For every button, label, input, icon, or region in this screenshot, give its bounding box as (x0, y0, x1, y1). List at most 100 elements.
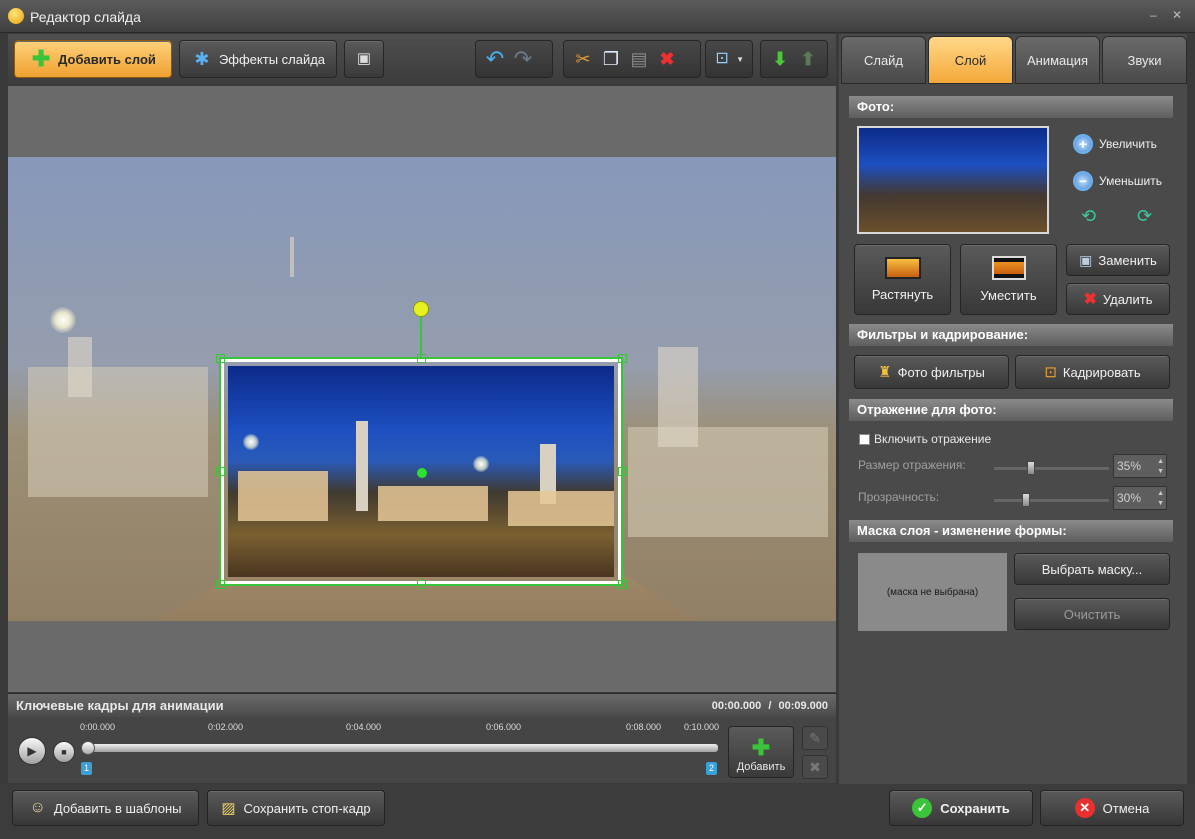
add-layer-button[interactable]: ✚ Добавить слой (14, 40, 172, 78)
video-camera-icon: ▣ (356, 50, 372, 67)
keyframes-panel: Ключевые кадры для анимации 00:00.000 / … (8, 693, 836, 783)
tab-sounds[interactable]: Звуки (1102, 36, 1187, 84)
undo-icon[interactable]: ↶ (484, 48, 506, 70)
save-frame-button[interactable]: ▨ Сохранить стоп-кадр (207, 790, 385, 826)
resize-handle-sw[interactable] (216, 580, 225, 589)
resize-handle-se[interactable] (618, 580, 627, 589)
rotate-right-button[interactable]: ⟳ (1137, 206, 1152, 227)
redo-icon[interactable]: ↷ (512, 48, 534, 70)
resize-handle-ne[interactable] (618, 354, 627, 363)
resize-handle-n[interactable] (417, 354, 426, 363)
time-separator: / (768, 699, 772, 712)
add-keyframe-button[interactable]: ✚ Добавить (728, 726, 794, 778)
choose-mask-button[interactable]: Выбрать маску... (1014, 553, 1170, 585)
photo-thumbnail (857, 126, 1049, 234)
rotate-left-button[interactable]: ⟲ (1081, 206, 1096, 227)
crop-button[interactable]: ⊡ Кадрировать (1015, 355, 1170, 389)
edit-group: ✂ ❐ ▤ ✖ (563, 40, 701, 78)
stepper-down-icon[interactable]: ▼ (1157, 468, 1164, 476)
keyframe-marker[interactable]: 2 (706, 762, 717, 775)
reflection-checkbox[interactable] (859, 434, 870, 445)
slide-effects-label: Эффекты слайда (218, 51, 326, 67)
user-add-icon: ☺ (29, 799, 46, 816)
stepper-up-icon[interactable]: ▲ (1157, 458, 1164, 466)
timeline-playhead[interactable] (81, 741, 95, 755)
opacity-knob[interactable] (1022, 493, 1030, 507)
brushes-icon: ♜ (878, 364, 892, 381)
close-window-button[interactable]: ✕ (1172, 8, 1182, 22)
rotation-handle[interactable] (413, 301, 429, 317)
resize-handle-nw[interactable] (216, 354, 225, 363)
stretch-icon (884, 257, 921, 279)
fit-icon (991, 256, 1026, 280)
zoom-out-icon: − (1073, 171, 1093, 191)
photo-filters-button[interactable]: ♜ Фото фильтры (854, 355, 1009, 389)
opacity-slider[interactable] (994, 499, 1109, 502)
copy-icon[interactable]: ❐ (600, 48, 622, 70)
opacity-value: 30% (1117, 491, 1142, 505)
save-button[interactable]: ✓ Сохранить (889, 790, 1033, 826)
stepper-up-icon[interactable]: ▲ (1157, 490, 1164, 498)
play-button[interactable]: ▶ (18, 737, 46, 765)
timeline-track[interactable] (88, 744, 718, 752)
zoom-out-button[interactable]: − Уменьшить (1073, 171, 1162, 191)
reflection-size-knob[interactable] (1027, 461, 1035, 475)
add-to-templates-button[interactable]: ☺ Добавить в шаблоны (12, 790, 199, 826)
clear-mask-button[interactable]: Очистить (1014, 598, 1170, 630)
replace-button[interactable]: ▣ Заменить (1066, 244, 1170, 276)
fit-dropdown[interactable]: ⊡ ▼ (705, 40, 753, 78)
mask-section-heading: Маска слоя - изменение формы: (849, 520, 1173, 542)
slide-effects-button[interactable]: ✱ Эффекты слайда (179, 40, 337, 78)
tab-slide[interactable]: Слайд (841, 36, 926, 84)
save-label: Сохранить (940, 800, 1010, 816)
cancel-icon: ✕ (1074, 798, 1095, 818)
add-to-templates-label: Добавить в шаблоны (53, 800, 182, 816)
arrange-group: ⬇ ⬆ (760, 40, 828, 78)
zoom-in-icon: + (1073, 134, 1093, 154)
total-time: 00:09.000 (778, 699, 828, 712)
tab-bar: Слайд Слой Анимация Звуки (839, 34, 1187, 84)
tab-layer[interactable]: Слой (928, 36, 1013, 84)
resize-handle-s[interactable] (417, 580, 426, 589)
bottom-bar: ☺ Добавить в шаблоны ▨ Сохранить стоп-ка… (0, 784, 1195, 839)
ruler-tick-label: 0:06.000 (486, 722, 522, 732)
reflection-size-slider[interactable] (994, 467, 1109, 470)
stepper-down-icon[interactable]: ▼ (1157, 500, 1164, 508)
camera-button[interactable]: ▣ (344, 40, 384, 78)
reflection-size-value: 35% (1117, 459, 1142, 473)
rotate-right-icon: ⟳ (1137, 206, 1153, 226)
slide-canvas[interactable] (8, 86, 836, 692)
keyframes-title: Ключевые кадры для анимации (16, 698, 224, 713)
resize-handle-e[interactable] (618, 467, 627, 476)
paste-icon[interactable]: ▤ (628, 48, 650, 70)
delete-photo-button[interactable]: ✖ Удалить (1066, 283, 1170, 315)
reflection-size-label: Размер отражения: (858, 458, 966, 472)
checkmark-icon: ✓ (912, 798, 933, 818)
fit-screen-icon: ⊡ (715, 50, 729, 67)
stop-button[interactable]: ■ (53, 741, 75, 763)
ruler-tick-label: 0:08.000 (626, 722, 662, 732)
edit-keyframe-button[interactable]: ✎ (802, 726, 828, 750)
delete-keyframe-button[interactable]: ✖ (802, 755, 828, 779)
move-down-icon[interactable]: ⬇ (769, 48, 791, 70)
stretch-button[interactable]: Растянуть (854, 244, 951, 315)
ruler-tick-label: 0:02.000 (208, 722, 244, 732)
zoom-in-button[interactable]: + Увеличить (1073, 134, 1157, 154)
opacity-stepper[interactable]: 30% ▲ ▼ (1113, 486, 1167, 510)
delete-icon[interactable]: ✖ (656, 48, 678, 70)
ruler-tick-label: 0:04.000 (346, 722, 382, 732)
resize-handle-w[interactable] (216, 467, 225, 476)
plus-icon: ✚ (31, 46, 51, 71)
delete-icon: ✖ (809, 759, 821, 775)
reflection-size-stepper[interactable]: 35% ▲ ▼ (1113, 454, 1167, 478)
keyframe-marker[interactable]: 1 (81, 762, 92, 775)
fit-button[interactable]: Уместить (960, 244, 1057, 315)
snowflake-icon: ✱ (194, 49, 210, 69)
delete-icon: ✖ (1083, 291, 1097, 308)
move-up-icon[interactable]: ⬆ (797, 48, 819, 70)
tab-animation[interactable]: Анимация (1015, 36, 1100, 84)
layer-center-point[interactable] (417, 468, 427, 478)
minimize-button[interactable]: – (1150, 8, 1157, 22)
cancel-button[interactable]: ✕ Отмена (1040, 790, 1184, 826)
cut-icon[interactable]: ✂ (572, 48, 594, 70)
